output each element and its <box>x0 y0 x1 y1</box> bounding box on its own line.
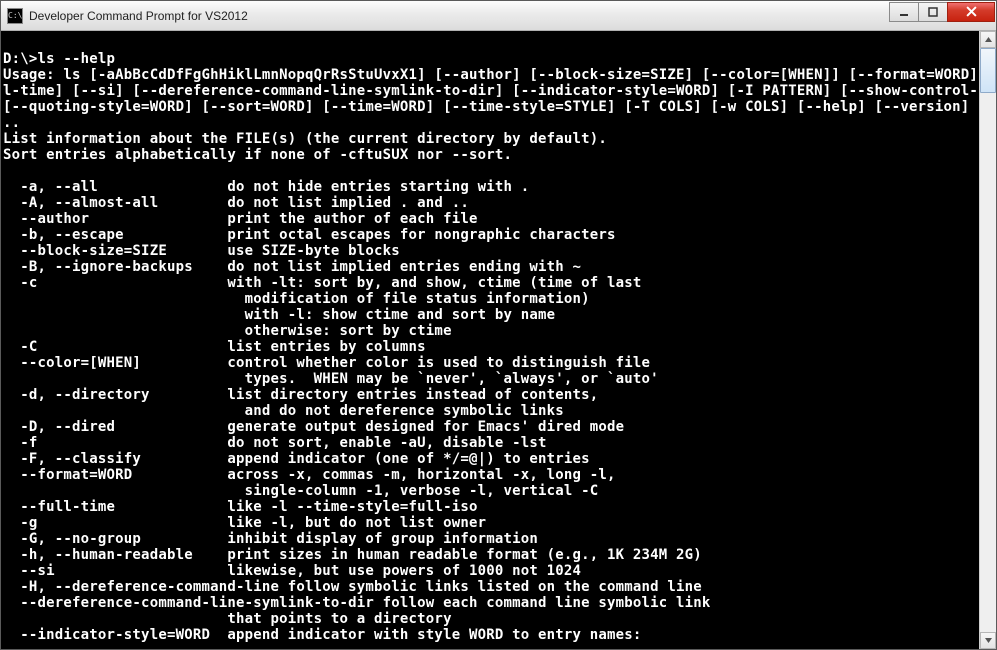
window-title: Developer Command Prompt for VS2012 <box>29 9 890 23</box>
vertical-scrollbar[interactable] <box>979 31 996 649</box>
terminal-output[interactable]: D:\>ls --help Usage: ls [-aAbBcCdDfFgGhH… <box>1 31 979 649</box>
close-button[interactable] <box>947 2 995 22</box>
minimize-button[interactable] <box>889 2 919 22</box>
scroll-down-button[interactable] <box>980 632 996 649</box>
titlebar[interactable]: C:\ Developer Command Prompt for VS2012 <box>1 1 996 31</box>
scroll-up-button[interactable] <box>980 31 996 48</box>
command-prompt-window: C:\ Developer Command Prompt for VS2012 … <box>0 0 997 650</box>
scroll-thumb[interactable] <box>980 48 996 93</box>
app-icon: C:\ <box>7 8 23 24</box>
maximize-button[interactable] <box>918 2 948 22</box>
client-area: D:\>ls --help Usage: ls [-aAbBcCdDfFgGhH… <box>1 31 996 649</box>
window-controls <box>890 2 995 22</box>
scroll-track[interactable] <box>980 48 996 632</box>
